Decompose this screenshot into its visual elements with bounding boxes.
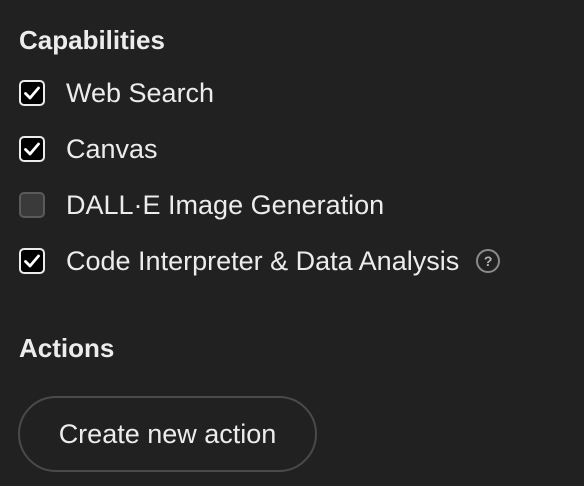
code-interpreter-checkbox[interactable] (19, 248, 45, 274)
capability-canvas[interactable]: Canvas (19, 133, 158, 165)
actions-heading: Actions (19, 333, 115, 363)
code-interpreter-label: Code Interpreter & Data Analysis (66, 246, 460, 276)
canvas-label: Canvas (66, 134, 158, 164)
gpt-config-panel: Capabilities Web Search Canvas DALL·E Im… (0, 0, 584, 486)
dalle-image-generation-label: DALL·E Image Generation (66, 190, 385, 220)
web-search-checkbox[interactable] (19, 80, 45, 106)
question-circle-icon[interactable]: ? (476, 249, 501, 273)
capabilities-heading: Capabilities (19, 25, 165, 55)
capability-dalle-image-generation[interactable]: DALL·E Image Generation (19, 189, 384, 221)
capability-code-interpreter[interactable]: Code Interpreter & Data Analysis ? (19, 245, 501, 277)
checkmark-icon (24, 254, 40, 268)
capability-web-search[interactable]: Web Search (19, 77, 214, 109)
web-search-label: Web Search (66, 78, 215, 108)
create-new-action-button[interactable]: Create new action (18, 396, 317, 472)
checkmark-icon (24, 86, 40, 100)
canvas-checkbox[interactable] (19, 136, 45, 162)
checkmark-icon (24, 142, 40, 156)
dalle-image-generation-checkbox[interactable] (19, 192, 45, 218)
